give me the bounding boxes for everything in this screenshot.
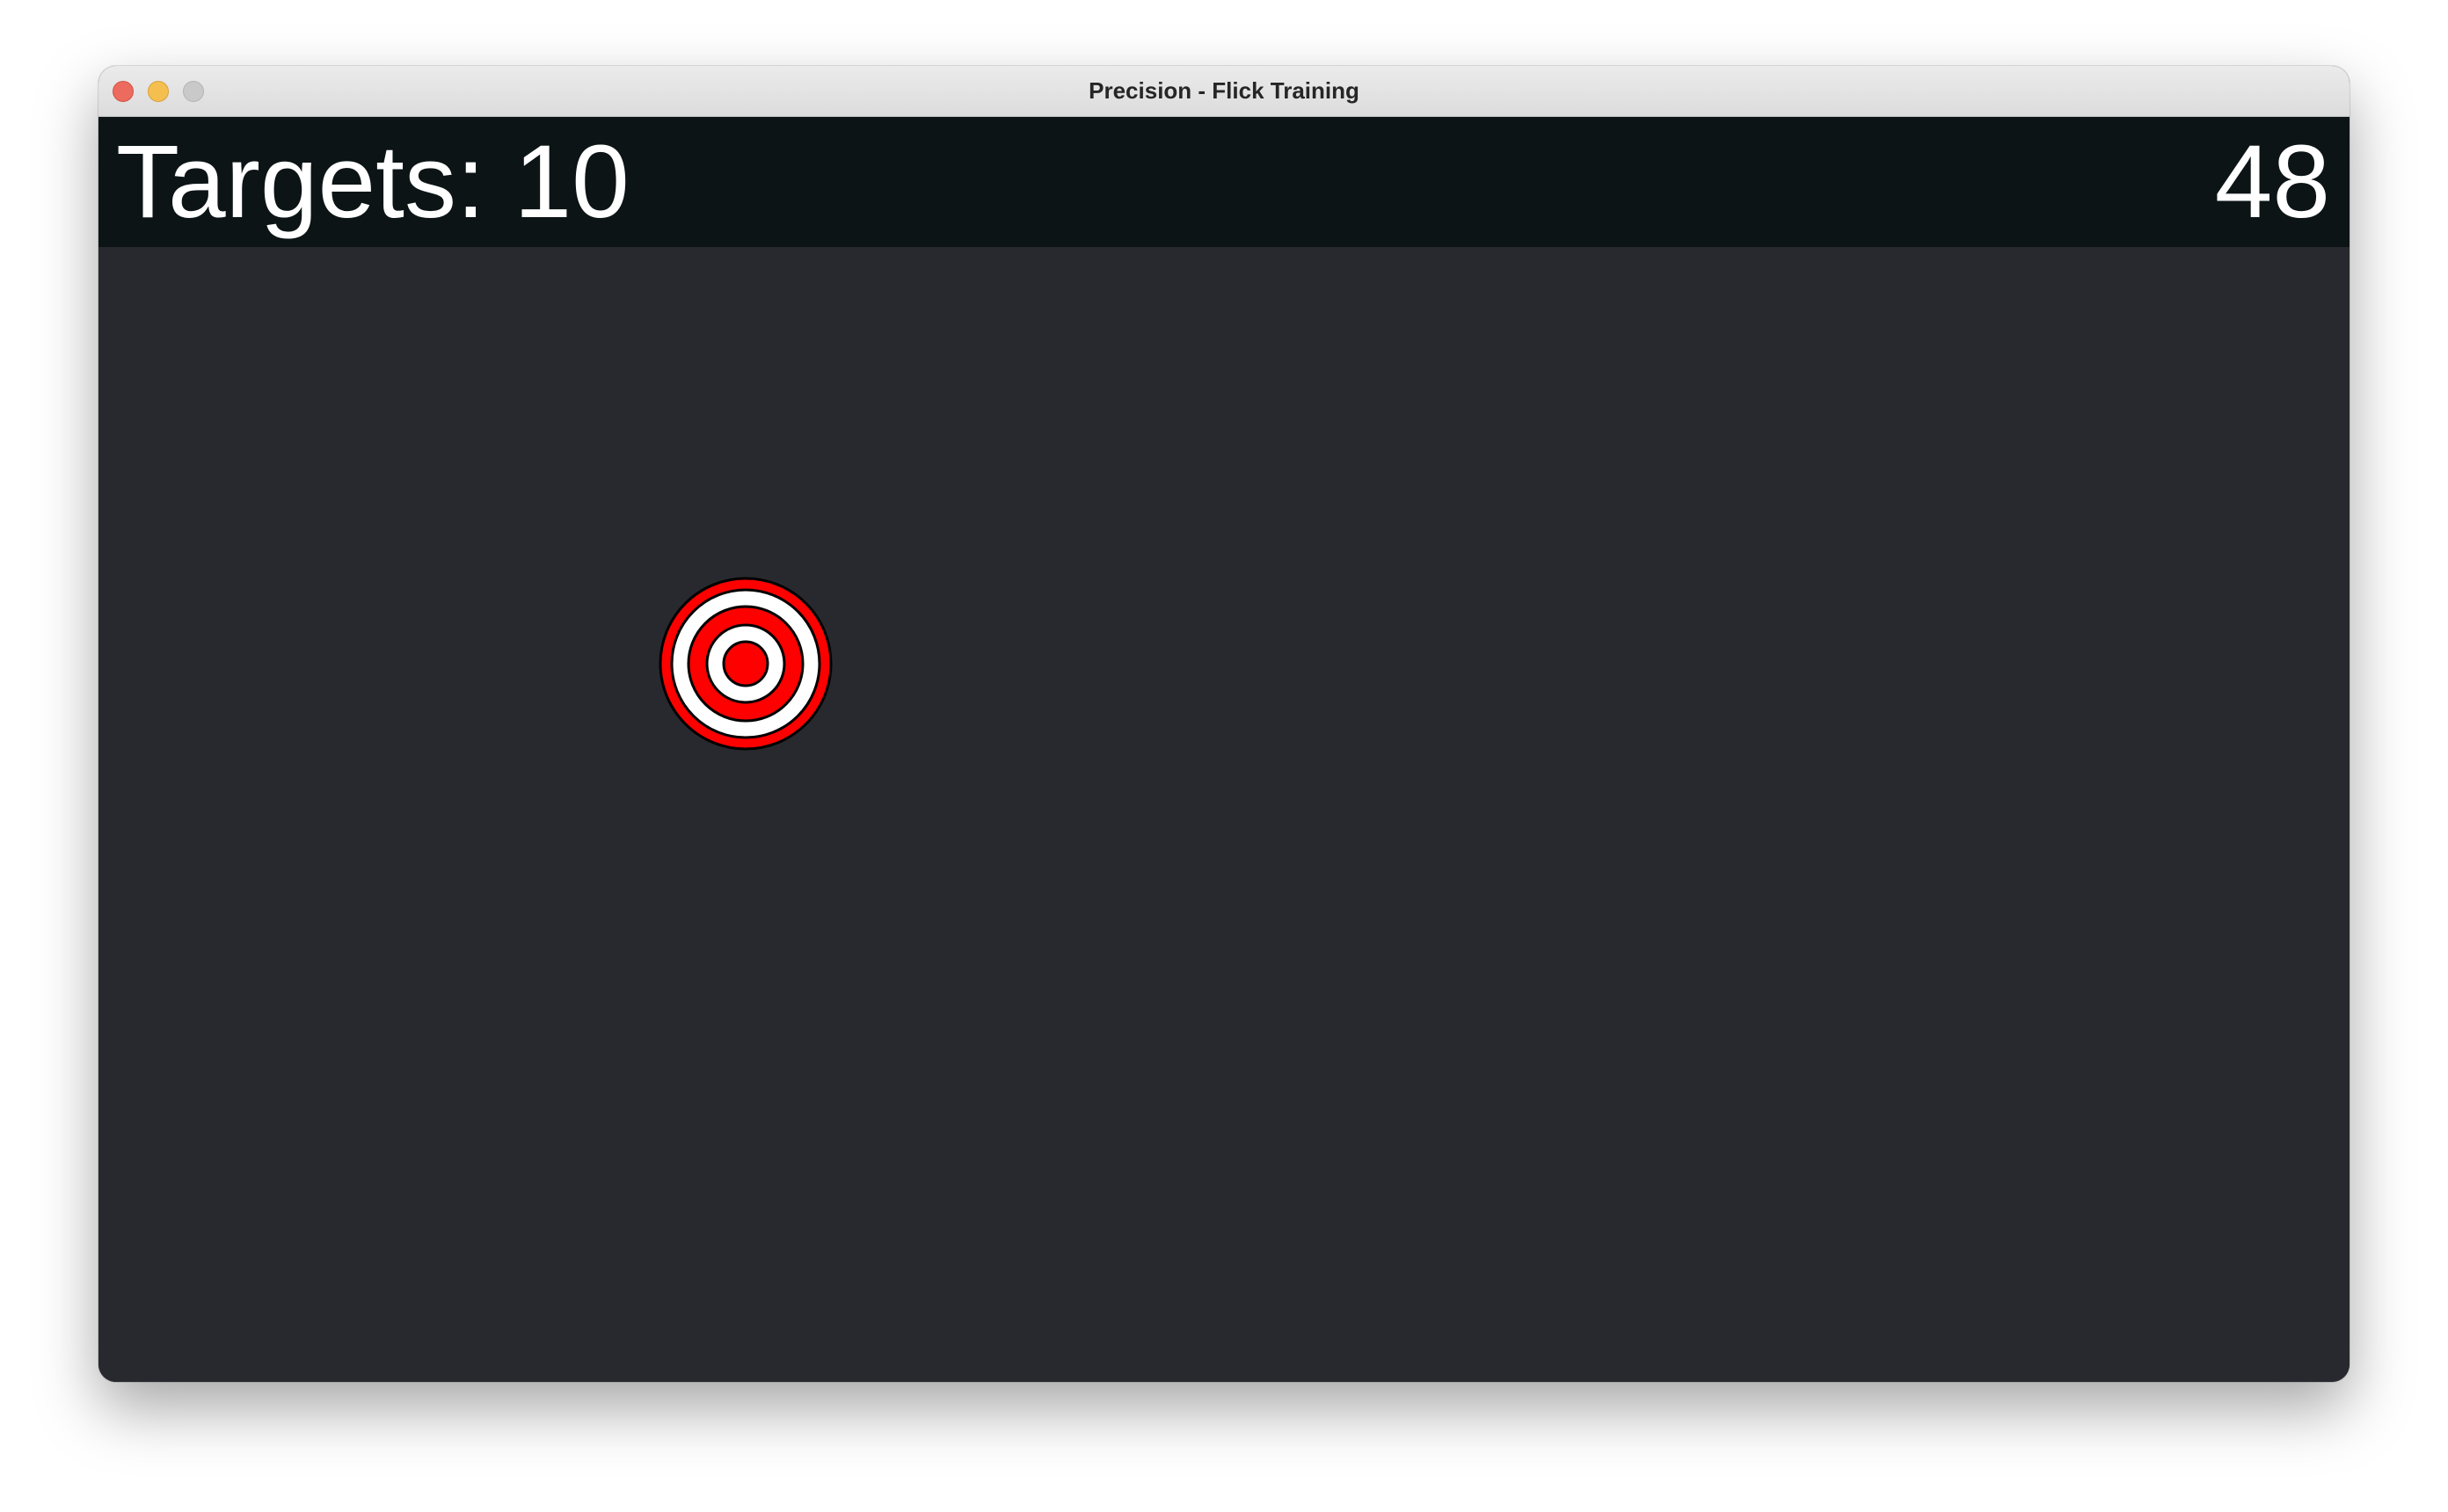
target-center	[722, 640, 769, 687]
bullseye-target-icon[interactable]	[658, 576, 834, 752]
hud-bar: Targets: 10 48	[98, 117, 2350, 247]
window-title: Precision - Flick Training	[1089, 77, 1359, 104]
title-bar[interactable]: Precision - Flick Training	[98, 66, 2350, 117]
countdown-timer: 48	[2214, 124, 2330, 240]
targets-counter: Targets: 10	[116, 124, 630, 240]
game-window: Precision - Flick Training Targets: 10 4…	[98, 66, 2350, 1382]
playfield[interactable]	[98, 247, 2350, 1382]
